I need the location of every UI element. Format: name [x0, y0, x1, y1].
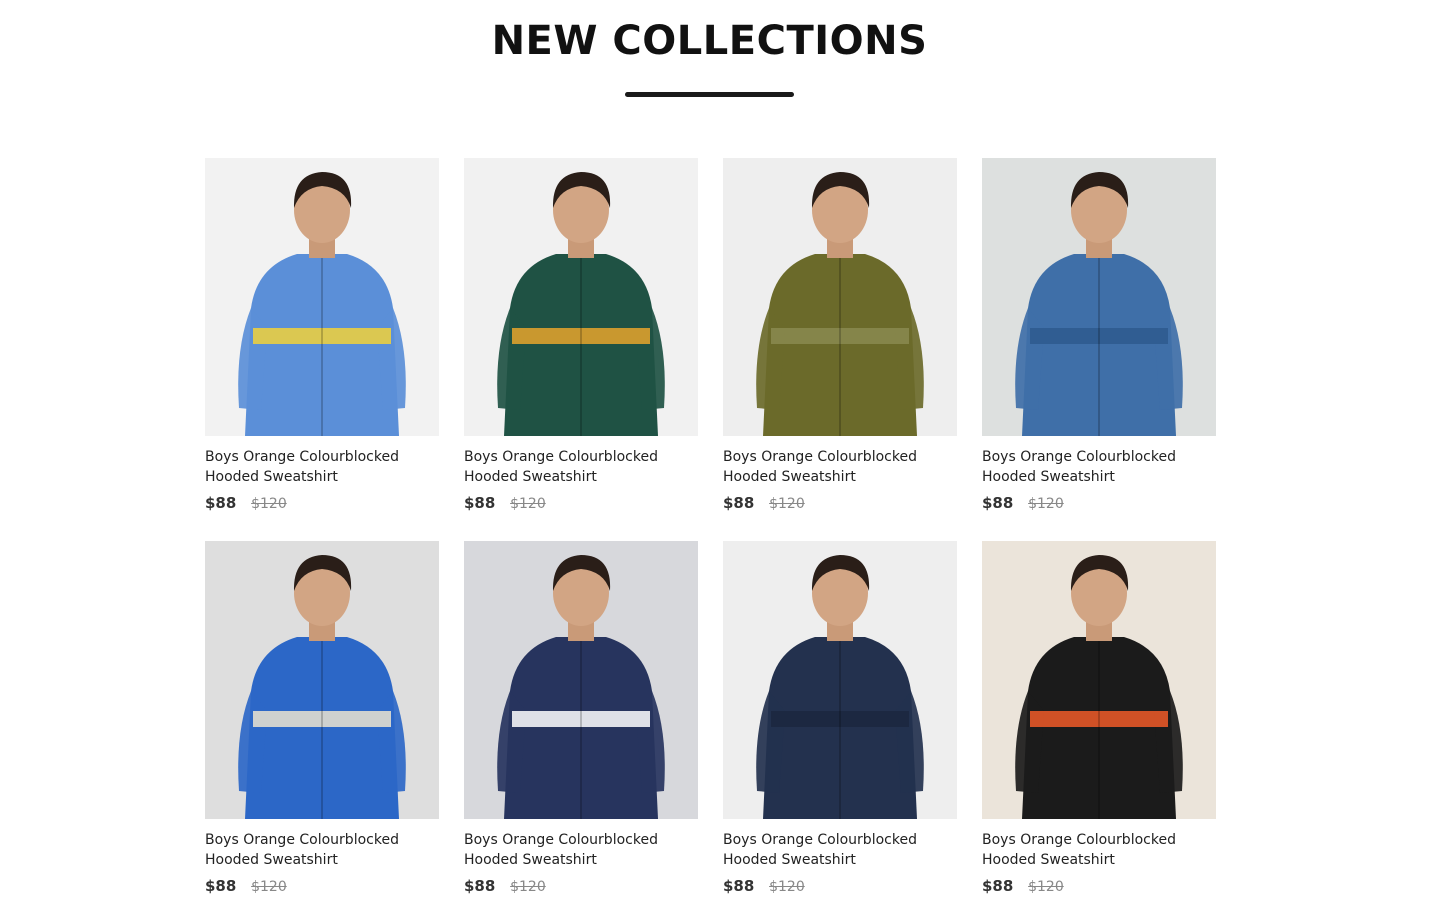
- product-card[interactable]: Boys Orange Colourblocked Hooded Sweatsh…: [464, 158, 698, 541]
- product-card[interactable]: Boys Orange Colourblocked Hooded Sweatsh…: [205, 541, 439, 924]
- product-old-price: $120: [1028, 879, 1064, 895]
- product-card[interactable]: Boys Orange Colourblocked Hooded Sweatsh…: [723, 158, 957, 541]
- product-name-line2: Hooded Sweatshirt: [982, 852, 1115, 868]
- product-price: $88: [464, 877, 496, 895]
- product-old-price: $120: [251, 879, 287, 895]
- product-old-price: $120: [1028, 496, 1064, 512]
- product-name-line1: Boys Orange Colourblocked: [205, 449, 399, 465]
- product-name[interactable]: Boys Orange Colourblocked Hooded Sweatsh…: [982, 447, 1216, 487]
- product-old-price: $120: [769, 496, 805, 512]
- product-name[interactable]: Boys Orange Colourblocked Hooded Sweatsh…: [723, 447, 957, 487]
- product-name-line2: Hooded Sweatshirt: [723, 852, 856, 868]
- product-photo-illustration: [982, 541, 1216, 819]
- product-price: $88: [205, 877, 237, 895]
- product-name-line2: Hooded Sweatshirt: [205, 852, 338, 868]
- product-name-line2: Hooded Sweatshirt: [464, 469, 597, 485]
- product-card[interactable]: Boys Orange Colourblocked Hooded Sweatsh…: [982, 541, 1216, 924]
- product-image[interactable]: [464, 541, 698, 819]
- product-image[interactable]: [205, 541, 439, 819]
- product-name[interactable]: Boys Orange Colourblocked Hooded Sweatsh…: [723, 830, 957, 870]
- product-name[interactable]: Boys Orange Colourblocked Hooded Sweatsh…: [205, 830, 439, 870]
- product-name-line1: Boys Orange Colourblocked: [205, 832, 399, 848]
- product-image[interactable]: [982, 541, 1216, 819]
- product-name[interactable]: Boys Orange Colourblocked Hooded Sweatsh…: [464, 830, 698, 870]
- product-photo-illustration: [205, 158, 439, 436]
- product-name-line2: Hooded Sweatshirt: [205, 469, 338, 485]
- product-price: $88: [982, 877, 1014, 895]
- product-price: $88: [723, 877, 755, 895]
- product-old-price: $120: [769, 879, 805, 895]
- product-price: $88: [982, 494, 1014, 512]
- product-card[interactable]: Boys Orange Colourblocked Hooded Sweatsh…: [205, 158, 439, 541]
- new-collections-section: NEW COLLECTIONS Boys Orange Colourblocke…: [0, 0, 1447, 895]
- product-photo-illustration: [723, 158, 957, 436]
- product-old-price: $120: [510, 879, 546, 895]
- product-old-price: $120: [510, 496, 546, 512]
- product-name-line2: Hooded Sweatshirt: [982, 469, 1115, 485]
- product-name[interactable]: Boys Orange Colourblocked Hooded Sweatsh…: [205, 447, 439, 487]
- product-prices: $88 $120: [464, 493, 698, 514]
- product-image[interactable]: [464, 158, 698, 436]
- product-prices: $88 $120: [982, 493, 1216, 514]
- title-underline: [625, 92, 794, 97]
- product-photo-illustration: [205, 541, 439, 819]
- product-prices: $88 $120: [205, 493, 439, 514]
- product-name-line1: Boys Orange Colourblocked: [464, 449, 658, 465]
- product-old-price: $120: [251, 496, 287, 512]
- product-name[interactable]: Boys Orange Colourblocked Hooded Sweatsh…: [464, 447, 698, 487]
- product-photo-illustration: [723, 541, 957, 819]
- product-name-line1: Boys Orange Colourblocked: [982, 449, 1176, 465]
- product-prices: $88 $120: [723, 493, 957, 514]
- product-name-line1: Boys Orange Colourblocked: [464, 832, 658, 848]
- product-image[interactable]: [982, 158, 1216, 436]
- product-name[interactable]: Boys Orange Colourblocked Hooded Sweatsh…: [982, 830, 1216, 870]
- product-grid: Boys Orange Colourblocked Hooded Sweatsh…: [205, 158, 1216, 924]
- product-prices: $88 $120: [205, 876, 439, 897]
- product-name-line2: Hooded Sweatshirt: [723, 469, 856, 485]
- product-prices: $88 $120: [723, 876, 957, 897]
- product-photo-illustration: [464, 158, 698, 436]
- product-name-line1: Boys Orange Colourblocked: [723, 832, 917, 848]
- product-price: $88: [723, 494, 755, 512]
- product-card[interactable]: Boys Orange Colourblocked Hooded Sweatsh…: [464, 541, 698, 924]
- product-photo-illustration: [982, 158, 1216, 436]
- product-price: $88: [205, 494, 237, 512]
- product-card[interactable]: Boys Orange Colourblocked Hooded Sweatsh…: [982, 158, 1216, 541]
- product-image[interactable]: [723, 541, 957, 819]
- section-title: NEW COLLECTIONS: [491, 18, 928, 64]
- product-name-line1: Boys Orange Colourblocked: [982, 832, 1176, 848]
- product-prices: $88 $120: [982, 876, 1216, 897]
- product-name-line2: Hooded Sweatshirt: [464, 852, 597, 868]
- product-name-line1: Boys Orange Colourblocked: [723, 449, 917, 465]
- product-image[interactable]: [723, 158, 957, 436]
- product-image[interactable]: [205, 158, 439, 436]
- product-photo-illustration: [464, 541, 698, 819]
- product-price: $88: [464, 494, 496, 512]
- product-card[interactable]: Boys Orange Colourblocked Hooded Sweatsh…: [723, 541, 957, 924]
- product-prices: $88 $120: [464, 876, 698, 897]
